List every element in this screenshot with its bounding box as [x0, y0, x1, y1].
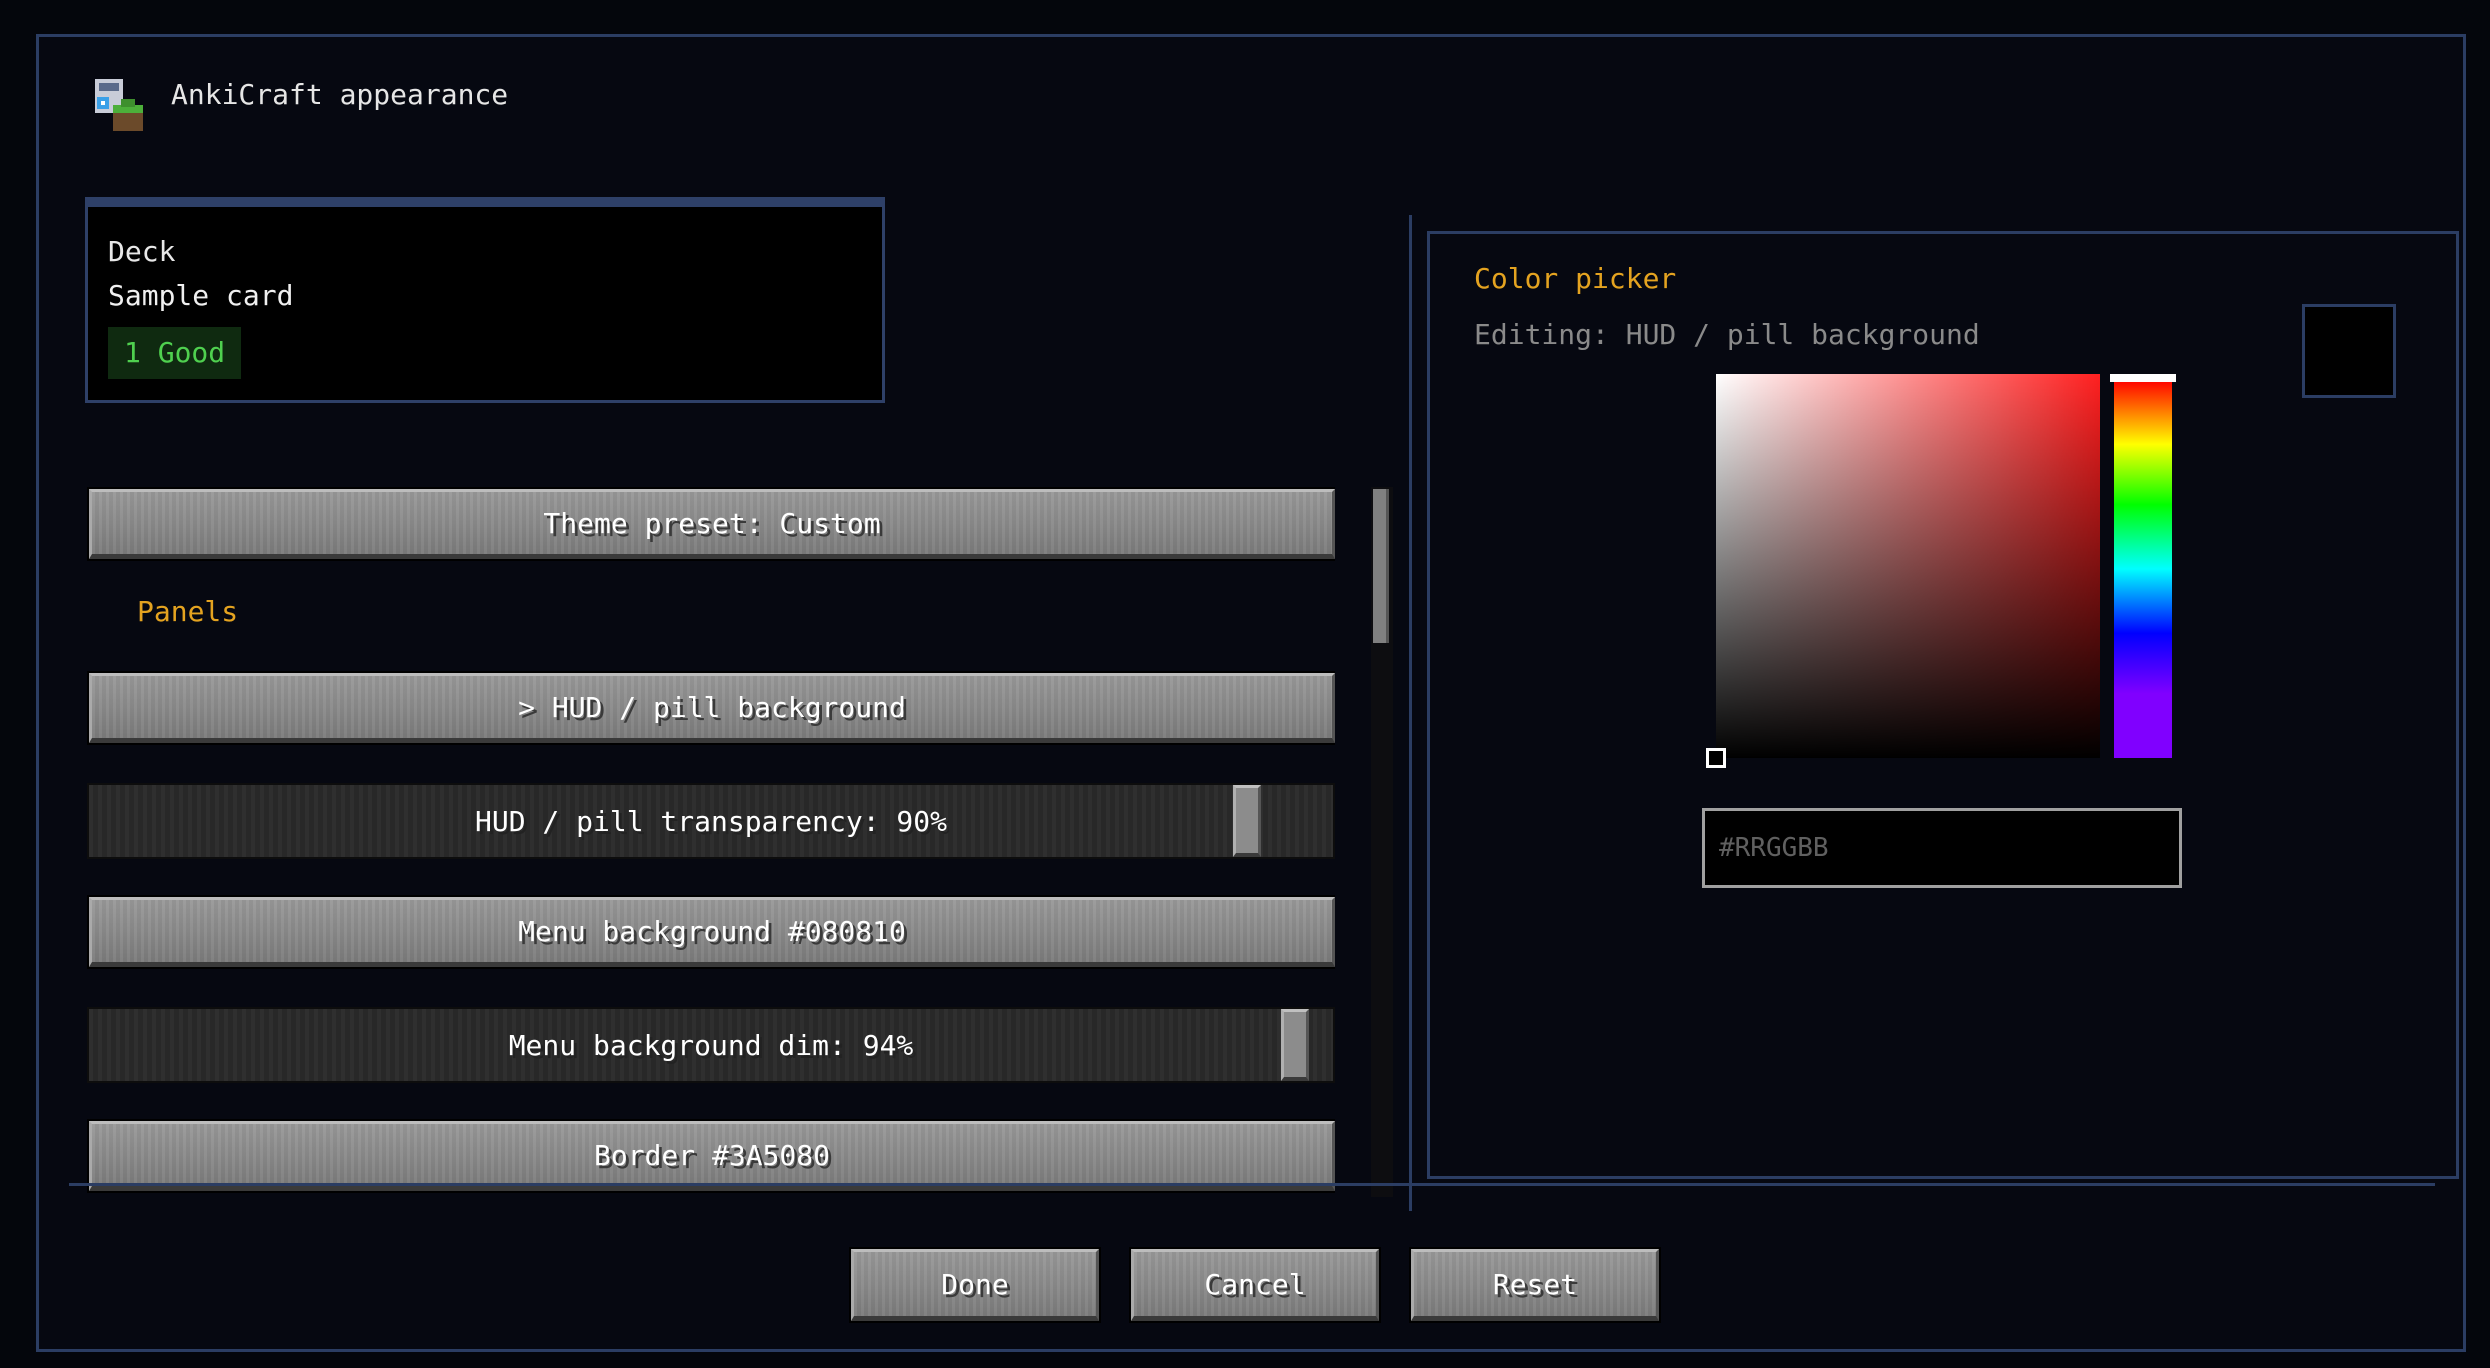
menu-background-dim-handle[interactable] [1281, 1009, 1309, 1081]
color-picker-title: Color picker [1474, 262, 1677, 295]
settings-list[interactable]: Theme preset: Custom Panels > HUD / pill… [85, 447, 1335, 1199]
hud-pill-transparency-slider[interactable]: HUD / pill transparency: 90% [87, 783, 1335, 859]
preview-deck-name: Deck [108, 235, 176, 268]
hue-slider-marker[interactable] [2110, 374, 2176, 382]
preview-card-text: Sample card [108, 279, 294, 312]
hex-color-input[interactable] [1702, 808, 2182, 888]
done-button[interactable]: Done [849, 1247, 1101, 1323]
ankicraft-app-icon [87, 75, 151, 135]
section-label-panels: Panels [137, 595, 239, 628]
hud-pill-background-button[interactable]: > HUD / pill background [87, 671, 1335, 745]
current-color-swatch [2302, 304, 2396, 398]
settings-scrollbar-thumb[interactable] [1373, 489, 1389, 643]
hue-slider[interactable] [2114, 380, 2172, 758]
menu-background-button[interactable]: Menu background #080810 [87, 895, 1335, 969]
theme-preset-button[interactable]: Theme preset: Custom [87, 487, 1335, 561]
menu-background-dim-label: Menu background dim: 94% [508, 1028, 914, 1062]
hud-pill-transparency-label: HUD / pill transparency: 90% [474, 804, 947, 838]
hud-pill-transparency-handle[interactable] [1233, 785, 1261, 857]
menu-background-dim-slider[interactable]: Menu background dim: 94% [87, 1007, 1335, 1083]
color-picker-panel: Color picker Editing: HUD / pill backgro… [1427, 231, 2459, 1179]
cancel-button[interactable]: Cancel [1129, 1247, 1381, 1323]
vertical-divider [1409, 215, 1412, 1211]
hud-preview: Deck Sample card 1 Good [85, 197, 885, 403]
appearance-window: AnkiCraft appearance Deck Sample card 1 … [36, 34, 2466, 1352]
horizontal-divider [69, 1183, 2435, 1186]
saturation-value-cursor[interactable] [1706, 748, 1726, 768]
window-title: AnkiCraft appearance [171, 78, 509, 111]
color-picker-editing-label: Editing: HUD / pill background [1474, 318, 1980, 351]
saturation-value-area[interactable] [1716, 374, 2100, 758]
border-color-button[interactable]: Border #3A5080 [87, 1119, 1335, 1193]
reset-button[interactable]: Reset [1409, 1247, 1661, 1323]
preview-rating-pill: 1 Good [108, 327, 242, 379]
